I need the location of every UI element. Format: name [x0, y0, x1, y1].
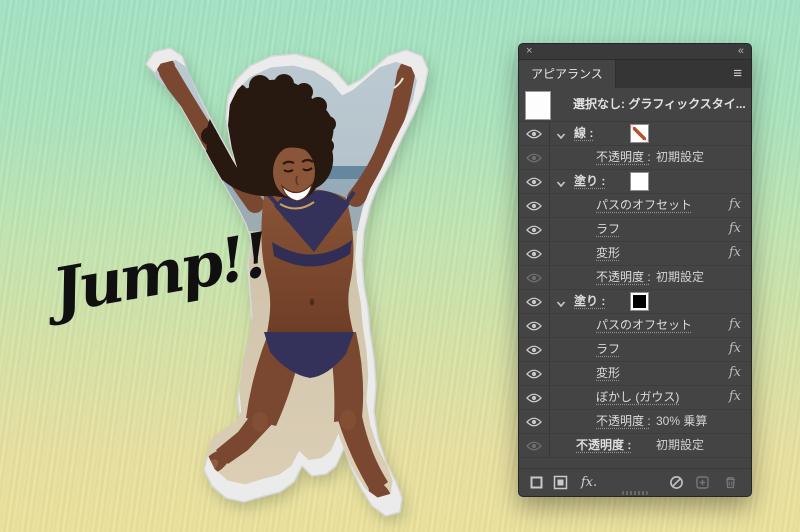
row-effect-gaussian-blur[interactable]: ぼかし (ガウス) fx	[519, 386, 751, 410]
selection-label: 選択なし: グラフィックスタイ...	[573, 97, 746, 111]
row-effect-roughen[interactable]: ラフ fx	[519, 338, 751, 362]
opacity-value[interactable]: 30% 乗算	[656, 410, 707, 432]
visibility-eye-icon[interactable]	[519, 146, 549, 169]
fx-icon[interactable]: fx	[729, 338, 741, 360]
selection-thumbnail	[525, 91, 551, 120]
row-effect-roughen[interactable]: ラフ fx	[519, 218, 751, 242]
clear-appearance-button[interactable]	[667, 473, 685, 491]
effect-label[interactable]: パスのオフセット	[596, 194, 692, 216]
effect-label[interactable]: 変形	[596, 362, 620, 384]
row-fill[interactable]: 塗り :	[519, 290, 751, 314]
visibility-eye-icon[interactable]	[519, 410, 549, 433]
fx-icon[interactable]: fx	[729, 362, 741, 384]
fx-icon[interactable]: fx	[729, 314, 741, 336]
visibility-eye-icon[interactable]	[519, 290, 549, 313]
stroke-none-swatch[interactable]	[630, 124, 649, 143]
panel-titlebar: × «	[519, 44, 751, 60]
stroke-label[interactable]: 線 :	[574, 122, 593, 144]
fill-black-swatch[interactable]	[630, 292, 649, 311]
rows-empty-area	[519, 458, 751, 468]
row-opacity[interactable]: 不透明度 : 初期設定	[519, 266, 751, 290]
appearance-panel: × « アピアランス ≡ 選択なし: グラフィックスタイ... 線 : 不透明度…	[518, 43, 752, 497]
row-stroke[interactable]: 線 :	[519, 122, 751, 146]
row-effect-transform[interactable]: 変形 fx	[519, 362, 751, 386]
illustrator-canvas: Jump!! × « アピアランス ≡ 選択なし: グラフィックスタイ... 線…	[0, 0, 800, 532]
appearance-rows: 選択なし: グラフィックスタイ... 線 : 不透明度 : 初期設定 塗り :	[519, 88, 751, 496]
panel-footer: fx.	[519, 468, 751, 496]
visibility-eye-icon[interactable]	[519, 122, 549, 145]
panel-tabbar: アピアランス ≡	[519, 60, 751, 88]
row-fill[interactable]: 塗り :	[519, 170, 751, 194]
effect-label[interactable]: ラフ	[596, 338, 620, 360]
effect-label[interactable]: ぼかし (ガウス)	[596, 386, 679, 408]
opacity-label[interactable]: 不透明度 :	[576, 434, 631, 456]
fx-icon[interactable]: fx	[729, 386, 741, 408]
visibility-eye-icon[interactable]	[519, 314, 549, 337]
opacity-value[interactable]: 初期設定	[656, 266, 704, 288]
panel-resize-grip[interactable]	[622, 491, 648, 495]
fill-white-swatch[interactable]	[630, 172, 649, 191]
visibility-eye-icon[interactable]	[519, 170, 549, 193]
opacity-label[interactable]: 不透明度 :	[596, 266, 651, 288]
chevron-down-icon[interactable]	[556, 297, 566, 311]
fx-icon[interactable]: fx	[729, 194, 741, 216]
visibility-eye-icon[interactable]	[519, 386, 549, 409]
row-effect-transform[interactable]: 変形 fx	[519, 242, 751, 266]
delete-item-button[interactable]	[721, 473, 739, 491]
selection-header-row[interactable]: 選択なし: グラフィックスタイ...	[519, 88, 751, 122]
row-opacity[interactable]: 不透明度 : 30% 乗算	[519, 410, 751, 434]
effect-label[interactable]: 変形	[596, 242, 620, 264]
fx-icon[interactable]: fx	[729, 242, 741, 264]
close-icon[interactable]: ×	[526, 44, 532, 59]
navel	[309, 298, 315, 306]
effect-label[interactable]: ラフ	[596, 218, 620, 240]
panel-menu-icon[interactable]: ≡	[733, 60, 742, 88]
chevron-down-icon[interactable]	[556, 129, 566, 143]
opacity-value[interactable]: 初期設定	[656, 146, 704, 168]
row-opacity[interactable]: 不透明度 : 初期設定	[519, 146, 751, 170]
duplicate-item-button[interactable]	[693, 473, 711, 491]
effect-label[interactable]: パスのオフセット	[596, 314, 692, 336]
fill-label[interactable]: 塗り :	[574, 290, 605, 312]
opacity-label[interactable]: 不透明度 :	[596, 410, 651, 432]
row-opacity[interactable]: 不透明度 : 初期設定	[519, 434, 751, 458]
row-effect-offset-path[interactable]: パスのオフセット fx	[519, 314, 751, 338]
opacity-label[interactable]: 不透明度 :	[596, 146, 651, 168]
visibility-eye-icon[interactable]	[519, 266, 549, 289]
collapse-panel-icon[interactable]: «	[738, 44, 744, 59]
chevron-down-icon[interactable]	[556, 177, 566, 191]
add-new-effect-button[interactable]: fx.	[577, 473, 601, 491]
visibility-eye-icon[interactable]	[519, 242, 549, 265]
tab-appearance[interactable]: アピアランス	[519, 60, 616, 88]
opacity-value[interactable]: 初期設定	[656, 434, 704, 456]
visibility-eye-icon[interactable]	[519, 338, 549, 361]
fx-icon[interactable]: fx	[729, 218, 741, 240]
add-new-stroke-button[interactable]	[527, 473, 545, 491]
row-effect-offset-path[interactable]: パスのオフセット fx	[519, 194, 751, 218]
visibility-eye-icon[interactable]	[519, 218, 549, 241]
visibility-eye-icon[interactable]	[519, 434, 549, 457]
visibility-eye-icon[interactable]	[519, 194, 549, 217]
fill-label[interactable]: 塗り :	[574, 170, 605, 192]
add-new-fill-button[interactable]	[551, 473, 569, 491]
visibility-eye-icon[interactable]	[519, 362, 549, 385]
